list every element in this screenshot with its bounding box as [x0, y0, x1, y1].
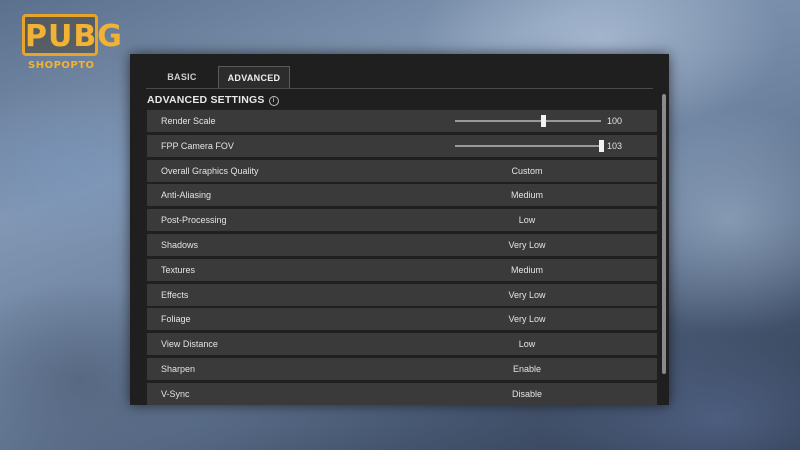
logo-sub-text: SHOPOPTO — [28, 60, 95, 71]
setting-value[interactable]: Medium — [447, 184, 607, 206]
setting-value[interactable]: Medium — [447, 259, 607, 281]
setting-label: Shadows — [161, 239, 199, 250]
settings-panel: BASIC ADVANCED ADVANCED SETTINGS i Render… — [130, 54, 669, 405]
setting-value[interactable]: Very Low — [447, 284, 607, 306]
setting-value[interactable]: Low — [447, 333, 607, 355]
setting-row-v-sync[interactable]: V-Sync Disable — [147, 382, 657, 405]
tab-bar: BASIC ADVANCED — [146, 66, 290, 88]
setting-value[interactable]: Low — [447, 209, 607, 231]
setting-row-fpp-camera-fov[interactable]: FPP Camera FOV 103 — [147, 134, 657, 157]
setting-value: 103 — [607, 140, 623, 151]
fov-slider[interactable] — [455, 139, 604, 152]
setting-row-post-processing[interactable]: Post-Processing Low — [147, 209, 657, 232]
setting-label: Anti-Aliasing — [161, 190, 212, 201]
setting-label: Foliage — [161, 314, 191, 325]
slider-handle[interactable] — [599, 139, 604, 152]
setting-value[interactable]: Very Low — [447, 308, 607, 330]
setting-label: Sharpen — [161, 363, 196, 374]
setting-row-sharpen[interactable]: Sharpen Enable — [147, 357, 657, 380]
setting-label: Post-Processing — [161, 215, 227, 226]
tab-divider — [146, 88, 653, 89]
setting-row-render-scale[interactable]: Render Scale 100 — [147, 110, 657, 132]
setting-label: View Distance — [161, 339, 218, 350]
setting-row-effects[interactable]: Effects Very Low — [147, 283, 657, 306]
setting-label: Effects — [161, 289, 189, 300]
setting-label: Textures — [161, 264, 196, 275]
setting-value: 100 — [607, 116, 623, 126]
setting-row-textures[interactable]: Textures Medium — [147, 258, 657, 281]
tab-basic[interactable]: BASIC — [146, 66, 218, 88]
render-scale-slider[interactable] — [455, 115, 601, 127]
slider-handle[interactable] — [540, 115, 546, 127]
section-title: ADVANCED SETTINGS i — [147, 94, 279, 106]
pubg-logo: PUBG SHOPOPTO — [22, 14, 122, 76]
setting-row-overall-graphics-quality[interactable]: Overall Graphics Quality Custom — [147, 159, 657, 182]
setting-label: Overall Graphics Quality — [161, 165, 259, 176]
setting-row-shadows[interactable]: Shadows Very Low — [147, 233, 657, 256]
info-icon[interactable]: i — [268, 96, 279, 106]
setting-row-anti-aliasing[interactable]: Anti-Aliasing Medium — [147, 184, 657, 207]
setting-label: Render Scale — [161, 116, 216, 126]
setting-label: V-Sync — [161, 388, 190, 399]
logo-main-text: PUBG — [22, 14, 122, 56]
setting-value[interactable]: Enable — [447, 358, 607, 380]
section-title-text: ADVANCED SETTINGS — [147, 94, 265, 106]
setting-value[interactable]: Very Low — [447, 234, 607, 256]
scrollbar[interactable] — [662, 94, 666, 374]
setting-label: FPP Camera FOV — [161, 140, 234, 151]
setting-value[interactable]: Custom — [447, 160, 607, 182]
settings-list: Render Scale 100 FPP Camera FOV 103 Over… — [147, 110, 657, 408]
setting-row-foliage[interactable]: Foliage Very Low — [147, 308, 657, 331]
tab-advanced[interactable]: ADVANCED — [218, 66, 290, 88]
setting-value[interactable]: Disable — [447, 383, 607, 405]
setting-row-view-distance[interactable]: View Distance Low — [147, 333, 657, 356]
